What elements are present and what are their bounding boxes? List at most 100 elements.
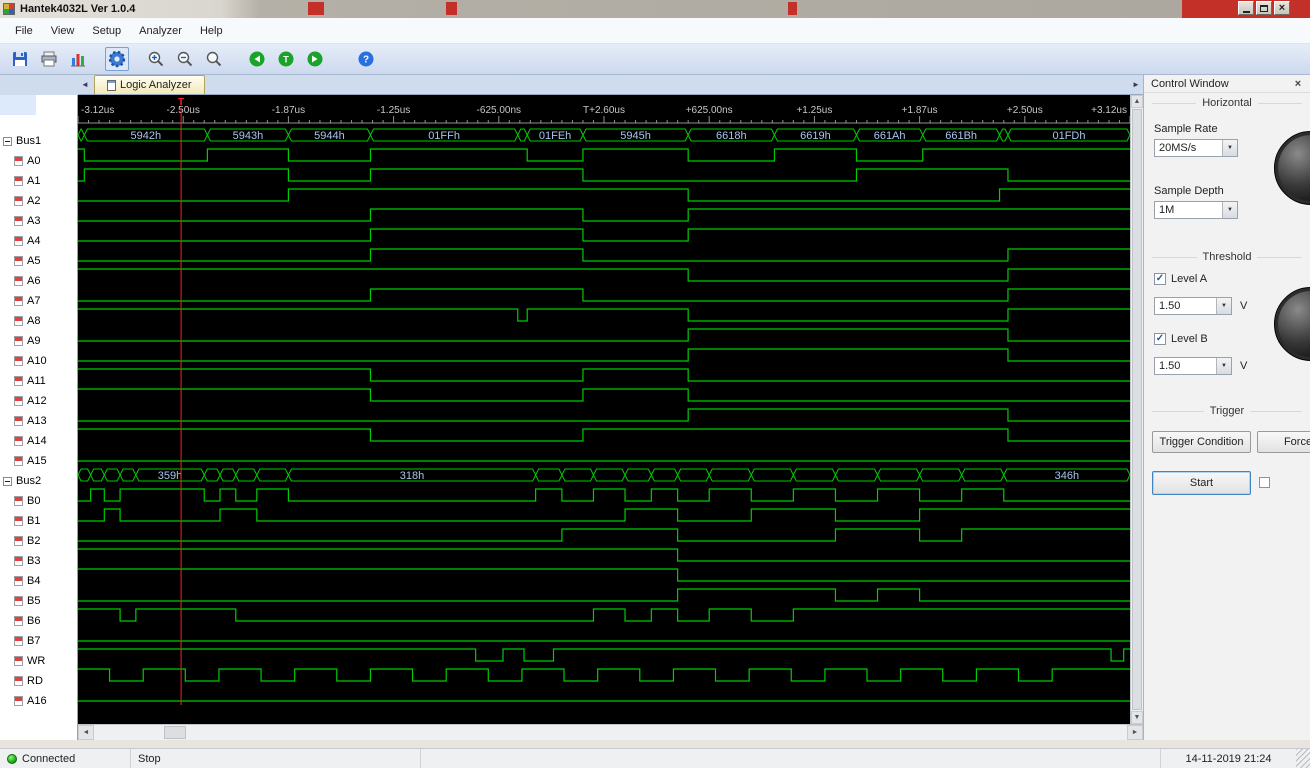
zoom-in-button[interactable] <box>144 47 168 71</box>
vertical-scrollbar[interactable]: ▲ ▼ <box>1130 95 1143 724</box>
menu-item-setup[interactable]: Setup <box>83 21 130 41</box>
channel-icon <box>14 536 23 546</box>
bus-item-bus2[interactable]: Bus2 <box>0 471 77 491</box>
hscroll-thumb[interactable] <box>164 726 186 739</box>
save-button[interactable] <box>8 47 32 71</box>
channel-item-b3[interactable]: B3 <box>0 551 77 571</box>
channel-item-a11[interactable]: A11 <box>0 371 77 391</box>
channel-icon <box>14 676 23 686</box>
settings-button[interactable] <box>105 47 129 71</box>
tabstrip: ◄ Logic Analyzer ► <box>78 75 1143 95</box>
datetime: 14-11-2019 21:24 <box>1185 752 1272 765</box>
channel-item-a7[interactable]: A7 <box>0 291 77 311</box>
vscroll-thumb[interactable] <box>1132 109 1142 710</box>
channel-item-a8[interactable]: A8 <box>0 311 77 331</box>
bus-item-bus1[interactable]: Bus1 <box>0 131 77 151</box>
channel-item-a4[interactable]: A4 <box>0 231 77 251</box>
resize-grip[interactable] <box>1296 749 1310 768</box>
channel-item-a6[interactable]: A6 <box>0 271 77 291</box>
start-option-checkbox[interactable] <box>1259 477 1270 488</box>
time-tick-label: T+2.60us <box>583 105 625 116</box>
channel-icon <box>14 656 23 666</box>
channel-item-a10[interactable]: A10 <box>0 351 77 371</box>
connection-panel: Connected <box>0 749 131 768</box>
channel-item-a15[interactable]: A15 <box>0 451 77 471</box>
bus-value-label: 5942h <box>131 130 162 142</box>
level-b-select[interactable]: 1.50 ▼ <box>1154 357 1232 375</box>
channel-label: B1 <box>27 515 41 527</box>
chevron-down-icon[interactable]: ▼ <box>1222 202 1237 218</box>
channel-item-b1[interactable]: B1 <box>0 511 77 531</box>
minimize-button[interactable] <box>1238 1 1254 15</box>
zoom-out-button[interactable] <box>173 47 197 71</box>
channel-item-b4[interactable]: B4 <box>0 571 77 591</box>
scroll-left-icon[interactable]: ◄ <box>78 725 94 740</box>
save-icon <box>13 52 27 66</box>
level-a-checkbox[interactable]: ✓ Level A <box>1154 273 1207 285</box>
channel-item-b2[interactable]: B2 <box>0 531 77 551</box>
tab-logic-analyzer[interactable]: Logic Analyzer <box>94 75 205 94</box>
level-b-checkbox[interactable]: ✓ Level B <box>1154 333 1208 345</box>
trigger-condition-button[interactable]: Trigger Condition <box>1152 431 1251 453</box>
start-button[interactable]: Start <box>1152 471 1251 495</box>
channel-label: A1 <box>27 175 41 187</box>
sample-depth-select[interactable]: 1M ▼ <box>1154 201 1238 219</box>
help-button[interactable]: ? <box>354 47 378 71</box>
go-trigger-button[interactable]: T <box>274 47 298 71</box>
channel-item-a12[interactable]: A12 <box>0 391 77 411</box>
wave-plot[interactable]: -3.12us -2.50us -1.87us -1.25us -625.00ns T+2… <box>78 95 1130 724</box>
panel-close-icon[interactable]: × <box>1291 78 1305 90</box>
channel-label: A5 <box>27 255 41 267</box>
collapse-icon[interactable] <box>3 476 12 486</box>
print-button[interactable] <box>37 47 61 71</box>
channel-icon <box>14 496 23 506</box>
chevron-down-icon[interactable]: ▼ <box>1222 140 1237 156</box>
chart-icon <box>71 54 85 67</box>
chevron-down-icon[interactable]: ▼ <box>1216 298 1231 314</box>
channel-item-b5[interactable]: B5 <box>0 591 77 611</box>
sample-rate-select[interactable]: 20MS/s ▼ <box>1154 139 1238 157</box>
scroll-right-icon[interactable]: ► <box>1127 725 1143 740</box>
maximize-button[interactable] <box>1256 1 1272 15</box>
channel-item-a1[interactable]: A1 <box>0 171 77 191</box>
level-a-select[interactable]: 1.50 ▼ <box>1154 297 1232 315</box>
channel-item-a13[interactable]: A13 <box>0 411 77 431</box>
collapse-icon[interactable] <box>3 136 12 146</box>
menu-item-view[interactable]: View <box>42 21 84 41</box>
channel-item-a3[interactable]: A3 <box>0 211 77 231</box>
channel-item-a9[interactable]: A9 <box>0 331 77 351</box>
chart-button[interactable] <box>66 47 90 71</box>
tab-scroll-right-icon[interactable]: ► <box>1129 75 1143 94</box>
time-tick-label: +3.12us <box>1091 105 1127 116</box>
channel-item-a14[interactable]: A14 <box>0 431 77 451</box>
scroll-down-icon[interactable]: ▼ <box>1131 711 1143 724</box>
menu-item-help[interactable]: Help <box>191 21 232 41</box>
toolbar: T ? <box>0 44 1310 75</box>
channel-item-wr[interactable]: WR <box>0 651 77 671</box>
horizontal-knob[interactable] <box>1274 131 1310 205</box>
zoom-reset-button[interactable] <box>202 47 226 71</box>
threshold-knob[interactable] <box>1274 287 1310 361</box>
channel-item-a0[interactable]: A0 <box>0 151 77 171</box>
channel-item-rd[interactable]: RD <box>0 671 77 691</box>
horizontal-scrollbar[interactable]: ◄ ► <box>78 724 1143 740</box>
channel-item-a16[interactable]: A16 <box>0 691 77 711</box>
checkbox-checked-icon: ✓ <box>1154 273 1166 285</box>
menu-item-file[interactable]: File <box>6 21 42 41</box>
channel-item-b7[interactable]: B7 <box>0 631 77 651</box>
scroll-up-icon[interactable]: ▲ <box>1131 95 1143 108</box>
channel-item-a2[interactable]: A2 <box>0 191 77 211</box>
channel-item-b0[interactable]: B0 <box>0 491 77 511</box>
force-button[interactable]: Force <box>1257 431 1310 453</box>
titlebar[interactable]: Hantek4032L Ver 1.0.4 × <box>0 0 1310 18</box>
chevron-down-icon[interactable]: ▼ <box>1216 358 1231 374</box>
tab-scroll-left-icon[interactable]: ◄ <box>78 75 92 94</box>
menu-item-analyzer[interactable]: Analyzer <box>130 21 191 41</box>
channel-item-b6[interactable]: B6 <box>0 611 77 631</box>
close-button[interactable]: × <box>1274 1 1290 15</box>
channel-label: A14 <box>27 435 47 447</box>
go-next-button[interactable] <box>303 47 327 71</box>
bus-value-label: 346h <box>1055 470 1079 482</box>
channel-item-a5[interactable]: A5 <box>0 251 77 271</box>
go-previous-button[interactable] <box>245 47 269 71</box>
